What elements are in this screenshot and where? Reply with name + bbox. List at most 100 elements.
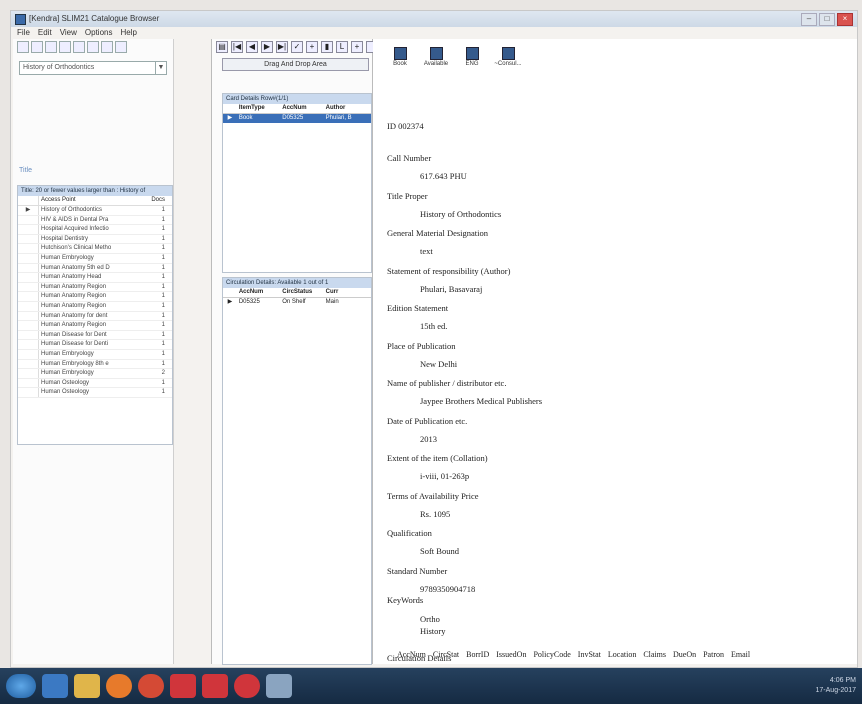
close-button[interactable]: × [837, 13, 853, 26]
circ-column-header[interactable]: BorrID [466, 650, 489, 659]
table-row[interactable]: ▶ D05325 On Shelf Main [223, 298, 371, 307]
column-curr[interactable]: Curr [324, 288, 371, 297]
app-red-icon-1[interactable] [170, 674, 196, 698]
column-docs[interactable]: Docs [145, 196, 168, 205]
list-item[interactable]: Hospital Acquired Infectio 1 [18, 225, 172, 235]
record-tool-available[interactable]: Available [423, 47, 449, 67]
list-item[interactable]: Human Embryology 1 [18, 349, 172, 360]
field-label: Qualification [387, 528, 432, 538]
circ-column-header[interactable]: IssuedOn [496, 650, 526, 659]
list-item[interactable]: Human Disease for Dent 1 [18, 330, 172, 341]
record-tool-consult[interactable]: ~Consul... [494, 47, 522, 67]
field-label: Date of Publication etc. [387, 415, 468, 426]
field-value: i-viii, 01-263p [420, 471, 470, 481]
list-item[interactable]: Human Anatomy Region 1 [18, 321, 172, 331]
title-bar: [Kendra] SLIM21 Catalogue Browser – □ × [11, 11, 857, 27]
list-item[interactable]: Human Anatomy 5th ed D1 [18, 263, 172, 274]
prev-icon[interactable] [59, 41, 71, 53]
card-details-header: Card Details Row#(1/1) [223, 94, 371, 104]
window-title: [Kendra] SLIM21 Catalogue Browser [29, 14, 160, 23]
app-red-icon-2[interactable] [202, 674, 228, 698]
list-item[interactable]: Human Anatomy Region 1 [18, 301, 172, 312]
circ-column-header[interactable]: Email [731, 650, 750, 659]
minimize-button[interactable]: – [801, 13, 817, 26]
circ-column-header[interactable]: InvStat [578, 650, 601, 659]
ie-icon[interactable] [42, 674, 68, 698]
list-item[interactable]: Human Embryology 1 [18, 253, 172, 264]
circ-column-header[interactable]: PolicyCode [533, 650, 570, 659]
list-item[interactable]: ▶ History of Orthodontics 1 [18, 206, 172, 216]
list-item[interactable]: Human Osteology 1 [18, 378, 172, 389]
menu-view[interactable]: View [60, 27, 77, 39]
chevron-down-icon[interactable]: ▼ [155, 62, 166, 74]
list-item[interactable]: Human Embryology 2 [18, 369, 172, 379]
field-label: General Material Designation [387, 228, 489, 238]
last-record-icon[interactable]: ▶| [276, 41, 288, 53]
column-accnum[interactable]: AccNum [237, 288, 280, 297]
list-item[interactable]: HIV & AIDS in Dental Pra 1 [18, 215, 172, 226]
menu-edit[interactable]: Edit [38, 27, 52, 39]
filter-icon[interactable] [101, 41, 113, 53]
circ-column-header[interactable]: AccNum [397, 650, 426, 659]
add-icon[interactable]: + [306, 41, 318, 53]
media-icon[interactable] [106, 674, 132, 698]
record-tool-book[interactable]: Book [387, 47, 413, 67]
check-icon[interactable]: ✓ [291, 41, 303, 53]
label-icon[interactable]: L [336, 41, 348, 53]
next-record-icon[interactable]: ▶ [261, 41, 273, 53]
language-icon [465, 47, 479, 60]
list-item[interactable]: Human Anatomy Region 1 [18, 282, 172, 293]
plus-icon[interactable]: + [351, 41, 363, 53]
maximize-button[interactable]: □ [819, 13, 835, 26]
list-item[interactable]: Human Anatomy Head 1 [18, 273, 172, 283]
view-icon[interactable]: ▤ [216, 41, 228, 53]
field-label: Call Number [387, 153, 432, 163]
circ-column-header[interactable]: CircStat [433, 650, 459, 659]
column-circstatus[interactable]: CircStatus [280, 288, 323, 297]
list-item[interactable]: Human Anatomy Region 1 [18, 292, 172, 302]
record-id: ID 002374 [387, 121, 424, 131]
settings-icon[interactable] [17, 41, 29, 53]
column-accnum[interactable]: AccNum [280, 104, 323, 113]
column-access-point[interactable]: Access Point [39, 196, 145, 205]
search-combo[interactable]: History of Orthodontics ▼ [19, 61, 167, 75]
next-icon[interactable] [73, 41, 85, 53]
field-label: Extent of the item (Collation) [387, 453, 488, 463]
record-tool-language[interactable]: ENG [459, 47, 485, 67]
chrome-icon[interactable] [138, 674, 164, 698]
chart-icon[interactable]: ▮ [321, 41, 333, 53]
list-item[interactable]: Human Osteology 1 [18, 388, 172, 398]
menu-file[interactable]: File [17, 27, 30, 39]
circ-column-header[interactable]: Claims [643, 650, 666, 659]
drag-drop-area[interactable]: Drag And Drop Area [222, 58, 369, 71]
list-item[interactable]: Hospital Dentistry 1 [18, 234, 172, 245]
list-item[interactable]: Human Disease for Denti 1 [18, 340, 172, 350]
column-itemtype[interactable]: ItemType [237, 104, 280, 113]
field-value: 617.643 PHU [420, 171, 467, 181]
catalogue-app-icon[interactable] [266, 674, 292, 698]
start-button[interactable] [6, 674, 36, 698]
list-item[interactable]: Hutchison's Clinical Metho 1 [18, 244, 172, 254]
menu-help[interactable]: Help [120, 27, 136, 39]
circ-column-header[interactable]: DueOn [673, 650, 696, 659]
access-point-grid: Title: 20 or fewer values larger than : … [17, 185, 173, 445]
last-icon[interactable] [87, 41, 99, 53]
refresh-icon[interactable] [115, 41, 127, 53]
middle-panel: ▤ |◀ ◀ ▶ ▶| ✓ + ▮ L + ⎙ ▣ ● Drag And Dro… [211, 39, 423, 665]
folder-icon[interactable] [74, 674, 100, 698]
record-detail-panel: Book Available ENG ~Consul... ID 002374 … [373, 39, 857, 664]
list-item[interactable]: Human Embryology 8th e1 [18, 359, 172, 370]
table-row[interactable]: ▶ Book D05325 Phulari, B [223, 114, 371, 123]
binoculars-icon[interactable] [31, 41, 43, 53]
list-item[interactable]: Human Anatomy for dent 1 [18, 311, 172, 322]
menu-options[interactable]: Options [85, 27, 113, 39]
circ-column-header[interactable]: Patron [703, 650, 724, 659]
first-record-icon[interactable]: |◀ [231, 41, 243, 53]
column-author[interactable]: Author [324, 104, 371, 113]
circulation-grid: Circulation Details: Available 1 out of … [222, 277, 372, 665]
prev-record-icon[interactable]: ◀ [246, 41, 258, 53]
app-red-icon-3[interactable] [234, 674, 260, 698]
first-icon[interactable] [45, 41, 57, 53]
left-panel: History of Orthodontics ▼ Title Title: 2… [13, 39, 174, 664]
circ-column-header[interactable]: Location [608, 650, 636, 659]
